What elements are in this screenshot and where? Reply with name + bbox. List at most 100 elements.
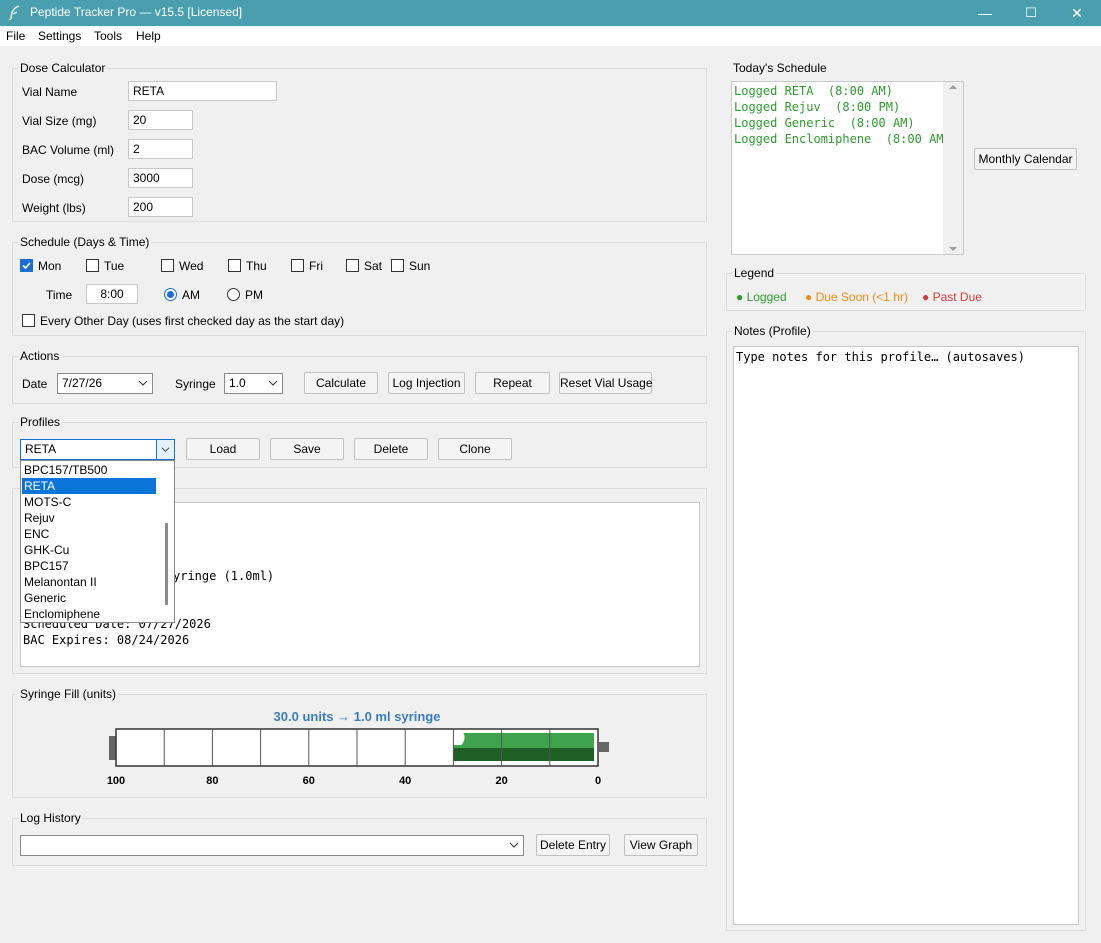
- log-history-select[interactable]: [20, 835, 524, 856]
- profile-select-value: RETA: [25, 442, 57, 456]
- syringe-select[interactable]: 1.0: [224, 373, 283, 394]
- vial-size-field[interactable]: 20: [128, 110, 193, 130]
- log-injection-button[interactable]: Log Injection: [388, 372, 465, 394]
- dropdown-scrollbar[interactable]: [165, 523, 168, 605]
- dropdown-option[interactable]: Melanontan II: [22, 574, 156, 590]
- weight-label: Weight (lbs): [22, 201, 86, 215]
- dropdown-option[interactable]: GHK-Cu: [22, 542, 156, 558]
- vial-name-field[interactable]: RETA: [128, 81, 277, 101]
- calculate-button[interactable]: Calculate: [304, 372, 378, 394]
- dropdown-option-selected[interactable]: RETA: [22, 478, 156, 494]
- profile-dropdown-list: BPC157/TB500 RETA MOTS-C Rejuv ENC GHK-C…: [20, 460, 175, 623]
- sat-checkbox[interactable]: [346, 259, 359, 272]
- clone-button[interactable]: Clone: [438, 438, 512, 460]
- legend-past-due: ● Past Due: [922, 290, 982, 304]
- title-bar: Peptide Tracker Pro — v15.5 [Licensed] —…: [0, 0, 1101, 26]
- thu-label: Thu: [246, 259, 267, 273]
- schedule-item: Logged Enclomiphene (8:00 AM): [734, 132, 951, 146]
- date-value: 7/27/26: [62, 376, 103, 390]
- dropdown-option[interactable]: Enclomiphene: [22, 606, 156, 622]
- syringe-graphic: 100 80 60 40 20 0: [107, 728, 609, 787]
- syringe-fill-title: Syringe Fill (units): [18, 687, 119, 701]
- syringe-tick-label: 60: [303, 775, 315, 787]
- dropdown-option[interactable]: ENC: [22, 526, 156, 542]
- window-title: Peptide Tracker Pro — v15.5 [Licensed]: [30, 5, 243, 19]
- syringe-tick-label: 80: [206, 775, 218, 787]
- dropdown-option[interactable]: BPC157: [22, 558, 156, 574]
- tue-label: Tue: [104, 259, 125, 273]
- syringe-tick-label: 0: [595, 775, 601, 787]
- syringe-fill-level: [453, 733, 594, 748]
- close-button[interactable]: ✕: [1054, 0, 1100, 26]
- scroll-down-icon[interactable]: [948, 244, 958, 254]
- view-graph-button[interactable]: View Graph: [624, 834, 698, 856]
- bac-volume-field[interactable]: 2: [128, 139, 193, 159]
- save-button[interactable]: Save: [270, 438, 344, 460]
- syringe-needle-tip: [598, 742, 609, 752]
- date-label: Date: [22, 377, 48, 391]
- minimize-button[interactable]: —: [962, 0, 1008, 26]
- dose-calculator-title: Dose Calculator: [18, 61, 108, 75]
- pm-radio[interactable]: [227, 288, 240, 301]
- tue-checkbox[interactable]: [86, 259, 99, 272]
- log-history-title: Log History: [18, 811, 83, 825]
- menu-help[interactable]: Help: [136, 29, 161, 43]
- menu-bar: File Settings Tools Help: [0, 26, 1101, 46]
- actions-title: Actions: [18, 349, 62, 363]
- every-other-day-checkbox[interactable]: [22, 314, 35, 327]
- dropdown-option[interactable]: Rejuv: [22, 510, 156, 526]
- scroll-up-icon[interactable]: [948, 82, 958, 92]
- weight-field[interactable]: 200: [128, 197, 193, 217]
- sun-checkbox[interactable]: [391, 259, 404, 272]
- time-field[interactable]: 8:00: [86, 284, 138, 304]
- menu-file[interactable]: File: [6, 29, 25, 43]
- reset-vial-usage-button[interactable]: Reset Vial Usage: [559, 372, 653, 394]
- todays-schedule-list: Logged RETA (8:00 AM) Logged Rejuv (8:00…: [731, 81, 964, 255]
- am-label: AM: [182, 288, 200, 302]
- profile-select-arrow[interactable]: [156, 440, 174, 459]
- profile-select[interactable]: RETA: [20, 439, 175, 460]
- every-other-day-label: Every Other Day (uses first checked day …: [40, 314, 345, 328]
- vial-size-label: Vial Size (mg): [22, 114, 97, 128]
- syringe-caption: 30.0 units → 1.0 ml syringe: [273, 709, 441, 724]
- schedule-scrollbar[interactable]: [943, 82, 963, 254]
- dropdown-option[interactable]: BPC157/TB500: [22, 462, 156, 478]
- dose-label: Dose (mcg): [22, 172, 85, 186]
- schedule-item: Logged Rejuv (8:00 PM): [734, 100, 901, 114]
- mon-checkbox[interactable]: [20, 259, 33, 272]
- dose-calculator-group: [12, 68, 707, 222]
- menu-settings[interactable]: Settings: [38, 29, 81, 43]
- menu-tools[interactable]: Tools: [94, 29, 122, 43]
- mon-label: Mon: [38, 259, 62, 273]
- sat-label: Sat: [364, 259, 383, 273]
- wed-label: Wed: [179, 259, 204, 273]
- notes-placeholder: Type notes for this profile… (autosaves): [736, 350, 1025, 364]
- schedule-item: Logged RETA (8:00 AM): [734, 84, 893, 98]
- delete-button[interactable]: Delete: [354, 438, 428, 460]
- time-label: Time: [46, 288, 73, 302]
- load-button[interactable]: Load: [186, 438, 260, 460]
- chevron-down-icon: [268, 380, 278, 386]
- vial-name-label: Vial Name: [22, 85, 78, 99]
- bac-volume-label: BAC Volume (ml): [22, 143, 115, 157]
- dropdown-option[interactable]: Generic: [22, 590, 156, 606]
- legend-title: Legend: [732, 266, 777, 280]
- thu-checkbox[interactable]: [228, 259, 241, 272]
- notes-title: Notes (Profile): [732, 324, 813, 338]
- dropdown-option[interactable]: MOTS-C: [22, 494, 156, 510]
- monthly-calendar-button[interactable]: Monthly Calendar: [974, 148, 1077, 170]
- wed-checkbox[interactable]: [161, 259, 174, 272]
- maximize-button[interactable]: ☐: [1008, 0, 1054, 26]
- dose-field[interactable]: 3000: [128, 168, 193, 188]
- chevron-down-icon: [138, 380, 148, 386]
- fri-checkbox[interactable]: [291, 259, 304, 272]
- check-icon: [22, 262, 31, 270]
- feather-icon: [8, 5, 20, 21]
- delete-entry-button[interactable]: Delete Entry: [536, 834, 610, 856]
- am-radio[interactable]: [164, 288, 177, 301]
- syringe-fill-band: [453, 748, 594, 761]
- legend-logged: ● Logged: [736, 290, 787, 304]
- date-picker[interactable]: 7/27/26: [57, 373, 153, 394]
- repeat-button[interactable]: Repeat: [475, 372, 550, 394]
- notes-textarea[interactable]: Type notes for this profile… (autosaves): [733, 346, 1079, 925]
